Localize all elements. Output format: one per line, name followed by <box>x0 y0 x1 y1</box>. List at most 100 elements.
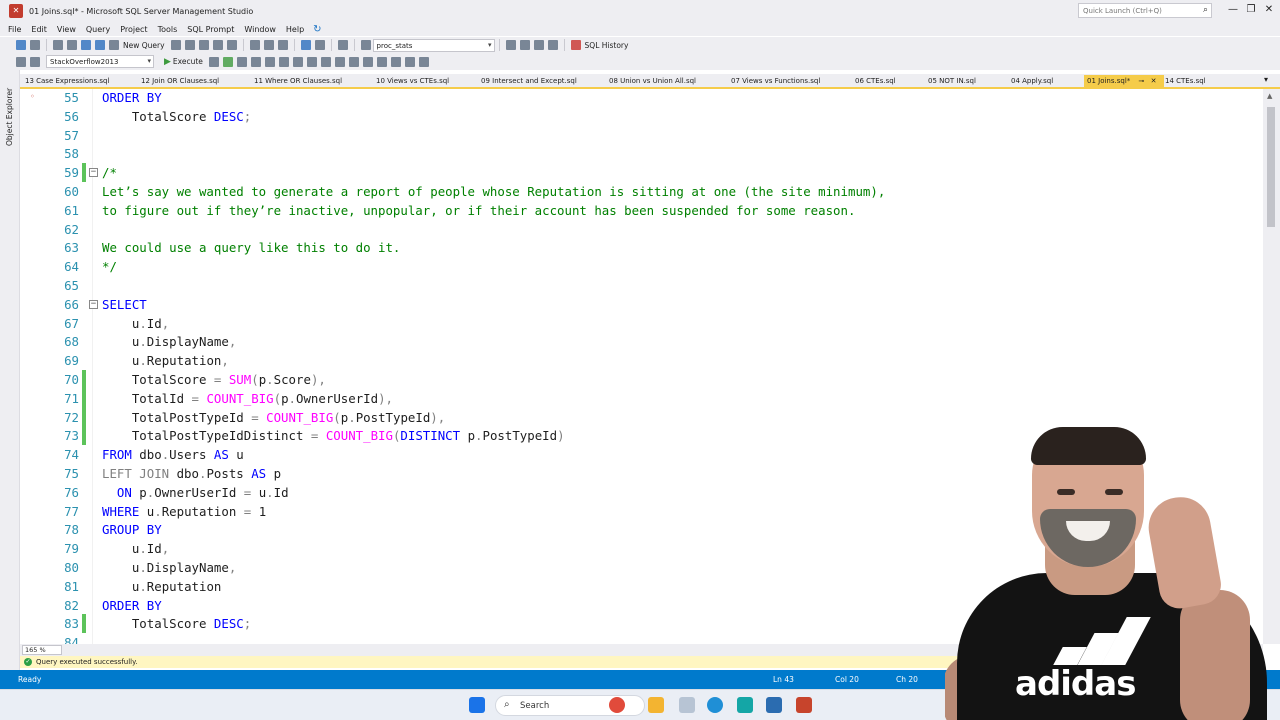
code-text[interactable]: FROM dbo.Users AS u <box>102 445 244 464</box>
sql-history-icon[interactable] <box>570 40 581 50</box>
edge-icon[interactable] <box>707 697 723 713</box>
save-all-icon[interactable] <box>95 40 105 50</box>
tab-04-apply[interactable]: 04 Apply.sql <box>1008 75 1056 88</box>
dmx-query-icon[interactable] <box>212 40 223 50</box>
display-plan-icon[interactable] <box>236 56 247 67</box>
procedure-combo[interactable]: proc_stats ▾ <box>372 38 495 52</box>
tab-08-union-vs-union-all[interactable]: 08 Union vs Union All.sql <box>606 75 699 88</box>
new-project-icon[interactable] <box>53 40 63 50</box>
code-line[interactable]: 62 <box>20 220 1260 239</box>
window-layout-icon[interactable] <box>547 40 558 50</box>
intellisense-icon[interactable] <box>264 56 275 67</box>
code-line[interactable]: 68 u.DisplayName, <box>20 332 1260 351</box>
menu-tools[interactable]: Tools <box>158 25 178 34</box>
menu-edit[interactable]: Edit <box>31 25 47 34</box>
increase-indent-icon[interactable] <box>404 56 415 67</box>
tab-09-intersect-and-except[interactable]: 09 Intersect and Except.sql <box>478 75 580 88</box>
menu-help[interactable]: Help <box>286 25 304 34</box>
pin-icon[interactable]: ⊸ <box>1139 77 1145 85</box>
code-text[interactable]: WHERE u.Reputation = 1 <box>102 502 266 521</box>
code-text[interactable]: u.Reputation <box>102 577 222 596</box>
find-icon[interactable] <box>360 40 371 50</box>
code-text[interactable]: TotalId = COUNT_BIG(p.OwnerUserId), <box>102 389 393 408</box>
code-text[interactable]: ORDER BY <box>102 89 162 107</box>
live-stats-icon[interactable] <box>292 56 303 67</box>
toolbox-icon[interactable] <box>533 40 544 50</box>
tab-12-join-or-clauses[interactable]: 12 Join OR Clauses.sql <box>138 75 222 88</box>
results-to-file-icon[interactable] <box>348 56 359 67</box>
include-plan-icon[interactable] <box>278 56 289 67</box>
app-icon[interactable] <box>737 697 753 713</box>
object-explorer-tab[interactable]: Object Explorer <box>5 76 14 146</box>
object-explorer-strip[interactable]: Object Explorer <box>0 70 20 670</box>
code-line[interactable]: 59−/* <box>20 163 1260 183</box>
new-query-button[interactable]: New Query <box>123 41 165 50</box>
code-line[interactable]: 61 to figure out if they’re inactive, unp… <box>20 201 1260 220</box>
sql-history-button[interactable]: SQL History <box>585 41 629 50</box>
save-icon[interactable] <box>81 40 91 50</box>
code-text[interactable]: TotalScore DESC; <box>102 107 251 126</box>
code-line[interactable]: 64 */ <box>20 257 1260 276</box>
scroll-up-icon[interactable]: ▲ <box>1267 92 1272 100</box>
open-file-icon[interactable] <box>67 40 77 50</box>
new-query-icon[interactable] <box>109 40 119 50</box>
analysis-query-icon[interactable] <box>184 40 195 50</box>
refresh-icon[interactable]: ↻ <box>313 24 321 35</box>
results-to-text-icon[interactable] <box>320 56 331 67</box>
menu-sql-prompt[interactable]: SQL Prompt <box>187 25 234 34</box>
menu-query[interactable]: Query <box>86 25 110 34</box>
code-text[interactable]: TotalPostTypeId = COUNT_BIG(p.PostTypeId… <box>102 408 445 427</box>
code-line[interactable]: 58 <box>20 144 1260 163</box>
file-explorer-icon[interactable] <box>648 697 664 713</box>
properties-icon[interactable] <box>505 40 516 50</box>
code-line[interactable]: 70 TotalScore = SUM(p.Score), <box>20 370 1260 389</box>
redo-icon[interactable] <box>314 40 325 50</box>
code-text[interactable]: TotalScore = SUM(p.Score), <box>102 370 326 389</box>
connect-icon[interactable] <box>16 56 26 67</box>
execute-button[interactable]: Execute <box>173 57 203 66</box>
results-to-grid-icon[interactable] <box>334 56 345 67</box>
copy-icon[interactable] <box>263 40 274 50</box>
code-line[interactable]: 69 u.Reputation, <box>20 351 1260 370</box>
quick-launch-input[interactable]: Quick Launch (Ctrl+Q) ⌕ <box>1078 3 1212 18</box>
zoom-combo[interactable]: 165 % <box>22 645 62 655</box>
cut-icon[interactable] <box>249 40 260 50</box>
undo-icon[interactable] <box>300 40 311 50</box>
tab-05-not-in[interactable]: 05 NOT IN.sql <box>925 75 979 88</box>
execute-icon[interactable]: ▶ <box>164 57 171 67</box>
code-text[interactable]: LEFT JOIN dbo.Posts AS p <box>102 464 281 483</box>
powerpoint-icon[interactable] <box>796 697 812 713</box>
database-combo[interactable]: StackOverflow2013 ▾ <box>46 55 154 68</box>
code-line[interactable]: 66− SELECT <box>20 295 1260 314</box>
menu-window[interactable]: Window <box>244 25 276 34</box>
tab-07-views-vs-functions[interactable]: 07 Views vs Functions.sql <box>728 75 823 88</box>
tab-14-ctes[interactable]: 14 CTEs.sql <box>1162 75 1209 88</box>
tab-06-ctes[interactable]: 06 CTEs.sql <box>852 75 899 88</box>
collapse-icon[interactable]: − <box>89 299 98 309</box>
tab-overflow-icon[interactable]: ▾ <box>1264 75 1276 84</box>
xmla-query-icon[interactable] <box>226 40 237 50</box>
code-text[interactable]: ORDER BY <box>102 596 162 615</box>
mdx-query-icon[interactable] <box>198 40 209 50</box>
code-line[interactable]: 72 TotalPostTypeId = COUNT_BIG(p.PostTyp… <box>20 407 1260 427</box>
uncomment-icon[interactable] <box>376 56 387 67</box>
tab-10-views-vs-ctes[interactable]: 10 Views vs CTEs.sql <box>373 75 452 88</box>
code-text[interactable]: u.DisplayName, <box>102 332 236 351</box>
code-text[interactable]: u.Reputation, <box>102 351 229 370</box>
code-text[interactable]: u.DisplayName, <box>102 558 236 577</box>
code-line[interactable]: 63 We could use a query like this to do i… <box>20 238 1260 257</box>
cancel-query-icon[interactable] <box>208 56 219 67</box>
change-connection-icon[interactable] <box>30 56 40 67</box>
app-icon[interactable] <box>766 697 782 713</box>
tab-11-where-or-clauses[interactable]: 11 Where OR Clauses.sql <box>251 75 345 88</box>
code-text[interactable]: to figure out if they’re inactive, unpop… <box>102 201 855 220</box>
database-engine-query-icon[interactable] <box>170 40 181 50</box>
code-text[interactable]: TotalPostTypeIdDistinct = COUNT_BIG(DIST… <box>102 426 565 445</box>
code-text[interactable]: GROUP BY <box>102 520 162 539</box>
menu-project[interactable]: Project <box>120 25 147 34</box>
code-line[interactable]: 60 Let’s say we wanted to generate a repo… <box>20 182 1260 201</box>
close-tab-icon[interactable]: ✕ <box>1151 77 1157 85</box>
tab-01-joins-active[interactable]: 01 Joins.sql* ⊸ ✕ <box>1084 75 1164 88</box>
code-line[interactable]: 57 <box>20 126 1260 145</box>
decrease-indent-icon[interactable] <box>390 56 401 67</box>
